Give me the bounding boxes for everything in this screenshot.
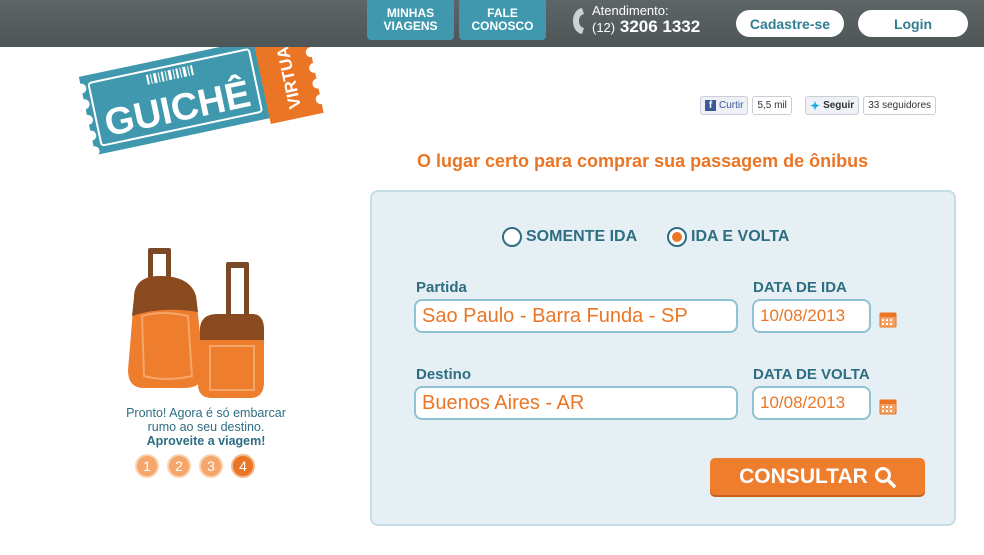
consultar-button[interactable]: CONSULTAR — [710, 458, 925, 495]
promo-line-1: Pronto! Agora é só embarcar — [126, 406, 286, 420]
phone-icon — [573, 8, 584, 34]
phone-area-code: (12) — [592, 20, 616, 35]
phone-digits: 3206 1332 — [619, 17, 701, 36]
depart-calendar-icon[interactable] — [879, 310, 897, 328]
destination-input[interactable]: Buenos Aires - AR — [414, 386, 738, 420]
fale-conosco-label-2: CONOSCO — [471, 19, 534, 33]
radio-one-way-circle[interactable] — [502, 227, 522, 247]
twitter-follow[interactable]: ✦ Seguir 33 seguidores — [805, 96, 937, 115]
facebook-like-count: 5,5 mil — [752, 96, 792, 115]
origin-label: Partida — [416, 279, 467, 296]
return-date-label: DATA DE VOLTA — [753, 366, 870, 383]
origin-input[interactable]: Sao Paulo - Barra Funda - SP — [414, 299, 738, 333]
atendimento-label: Atendimento: — [592, 3, 669, 18]
login-button[interactable]: Login — [858, 10, 968, 37]
step-2: 2 — [167, 454, 191, 478]
consultar-label: CONSULTAR — [739, 464, 868, 488]
promo-text: Pronto! Agora é só embarcar rumo ao seu … — [106, 406, 306, 448]
radio-one-way[interactable]: SOMENTE IDA — [502, 227, 637, 247]
fale-conosco-button[interactable]: FALE CONOSCO — [459, 0, 546, 40]
search-icon — [874, 466, 896, 488]
step-1: 1 — [135, 454, 159, 478]
twitter-follow-label: Seguir — [823, 100, 855, 111]
twitter-follower-count: 33 seguidores — [863, 96, 937, 115]
radio-round-trip-circle[interactable] — [667, 227, 687, 247]
minhas-viagens-button[interactable]: MINHAS VIAGENS — [367, 0, 454, 40]
facebook-like-button[interactable]: f Curtir — [700, 96, 749, 115]
minhas-viagens-label-2: VIAGENS — [383, 19, 438, 33]
radio-round-trip[interactable]: IDA E VOLTA — [667, 227, 789, 247]
page-tagline: O lugar certo para comprar sua passagem … — [417, 151, 869, 171]
radio-round-trip-label: IDA E VOLTA — [691, 228, 790, 245]
luggage-illustration — [128, 248, 264, 398]
twitter-follow-button[interactable]: ✦ Seguir — [805, 96, 860, 115]
step-4: 4 — [231, 454, 255, 478]
phone-number: (12) 3206 1332 — [592, 17, 700, 37]
radio-one-way-label: SOMENTE IDA — [526, 228, 638, 245]
promo-line-3: Aproveite a viagem! — [146, 434, 266, 448]
signup-button[interactable]: Cadastre-se — [736, 10, 844, 37]
facebook-like-label: Curtir — [719, 100, 744, 111]
return-date-input[interactable]: 10/08/2013 — [752, 386, 871, 420]
progress-steps: 1 2 3 4 — [135, 454, 263, 478]
return-calendar-icon[interactable] — [879, 397, 897, 415]
facebook-icon: f — [705, 100, 716, 111]
promo-line-2: rumo ao seu destino. — [147, 420, 265, 434]
facebook-like[interactable]: f Curtir 5,5 mil — [700, 96, 792, 115]
depart-date-label: DATA DE IDA — [753, 279, 847, 296]
twitter-icon: ✦ — [810, 98, 821, 113]
step-3: 3 — [199, 454, 223, 478]
depart-date-input[interactable]: 10/08/2013 — [752, 299, 871, 333]
destination-label: Destino — [416, 366, 472, 383]
